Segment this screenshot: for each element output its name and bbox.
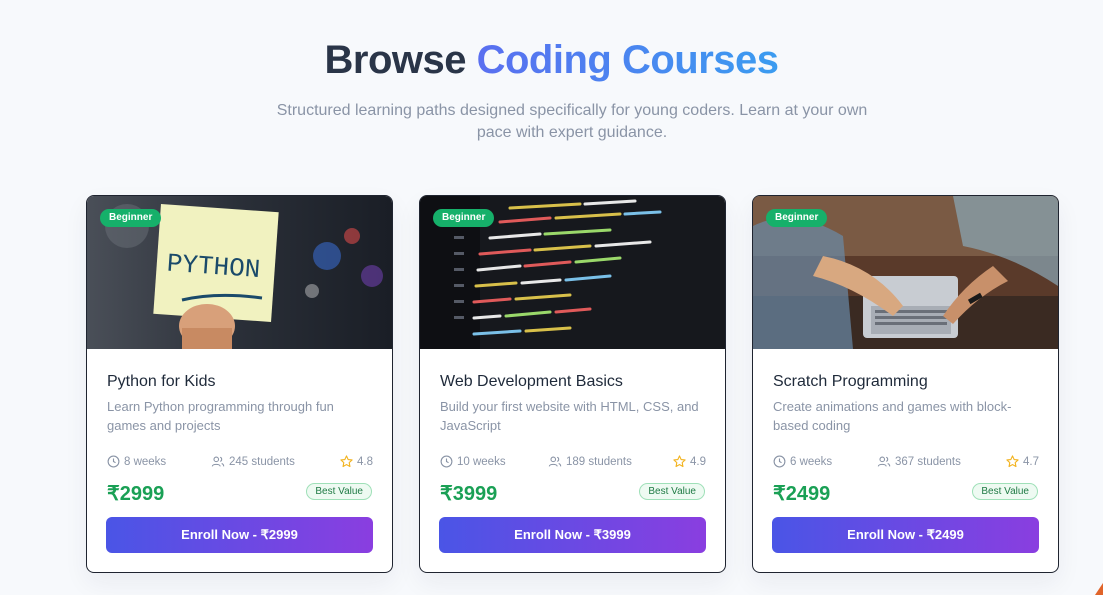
star-icon bbox=[673, 455, 686, 468]
star-icon bbox=[1006, 455, 1019, 468]
heading-accent: Coding Courses bbox=[476, 38, 779, 82]
course-card-scratch: Beginner Scratch Programming Create anim… bbox=[752, 195, 1059, 573]
users-icon bbox=[877, 456, 891, 467]
course-price: ₹3999 bbox=[440, 483, 498, 505]
course-description: Learn Python programming through fun gam… bbox=[107, 399, 334, 433]
course-image-web: Beginner bbox=[420, 196, 725, 349]
course-card-python: PYTHON Beginner Python for Kids Learn Py… bbox=[86, 195, 393, 573]
users-icon bbox=[548, 456, 562, 467]
page-heading: Browse Coding Courses bbox=[0, 38, 1103, 83]
level-badge: Beginner bbox=[100, 209, 162, 227]
course-title: Scratch Programming bbox=[773, 373, 928, 390]
best-value-badge: Best Value bbox=[306, 483, 372, 500]
level-badge: Beginner bbox=[766, 209, 828, 227]
star-icon bbox=[340, 455, 353, 468]
course-description: Build your first website with HTML, CSS,… bbox=[440, 399, 699, 433]
course-rating: 4.9 bbox=[690, 455, 706, 468]
course-rating: 4.7 bbox=[1023, 455, 1039, 468]
course-meta: 8 weeks 245 students 4.8 bbox=[107, 455, 374, 471]
enroll-button[interactable]: Enroll Now - ₹2999 bbox=[106, 517, 373, 553]
course-image-python: PYTHON Beginner bbox=[87, 196, 392, 349]
course-students: 367 students bbox=[895, 455, 961, 468]
course-price: ₹2499 bbox=[773, 483, 831, 505]
course-meta: 10 weeks 189 students 4.9 bbox=[440, 455, 707, 471]
corner-decoration bbox=[1095, 583, 1103, 595]
users-icon bbox=[211, 456, 225, 467]
enroll-button[interactable]: Enroll Now - ₹3999 bbox=[439, 517, 706, 553]
enroll-button[interactable]: Enroll Now - ₹2499 bbox=[772, 517, 1039, 553]
course-students: 245 students bbox=[229, 455, 295, 468]
course-duration: 8 weeks bbox=[124, 455, 167, 468]
heading-prefix: Browse bbox=[324, 38, 466, 82]
page-subtitle: Structured learning paths designed speci… bbox=[276, 102, 868, 141]
course-description: Create animations and games with block-b… bbox=[773, 399, 1012, 433]
course-card-web: Beginner Web Development Basics Build yo… bbox=[419, 195, 726, 573]
best-value-badge: Best Value bbox=[972, 483, 1038, 500]
course-price: ₹2999 bbox=[107, 483, 165, 505]
course-rating: 4.8 bbox=[357, 455, 373, 468]
course-duration: 6 weeks bbox=[790, 455, 833, 468]
best-value-badge: Best Value bbox=[639, 483, 705, 500]
clock-icon bbox=[773, 455, 786, 468]
course-meta: 6 weeks 367 students 4.7 bbox=[773, 455, 1040, 471]
clock-icon bbox=[107, 455, 120, 468]
course-duration: 10 weeks bbox=[457, 455, 506, 468]
course-title: Web Development Basics bbox=[440, 373, 623, 390]
course-title: Python for Kids bbox=[107, 373, 216, 390]
course-students: 189 students bbox=[566, 455, 632, 468]
clock-icon bbox=[440, 455, 453, 468]
level-badge: Beginner bbox=[433, 209, 495, 227]
course-image-scratch: Beginner bbox=[753, 196, 1058, 349]
